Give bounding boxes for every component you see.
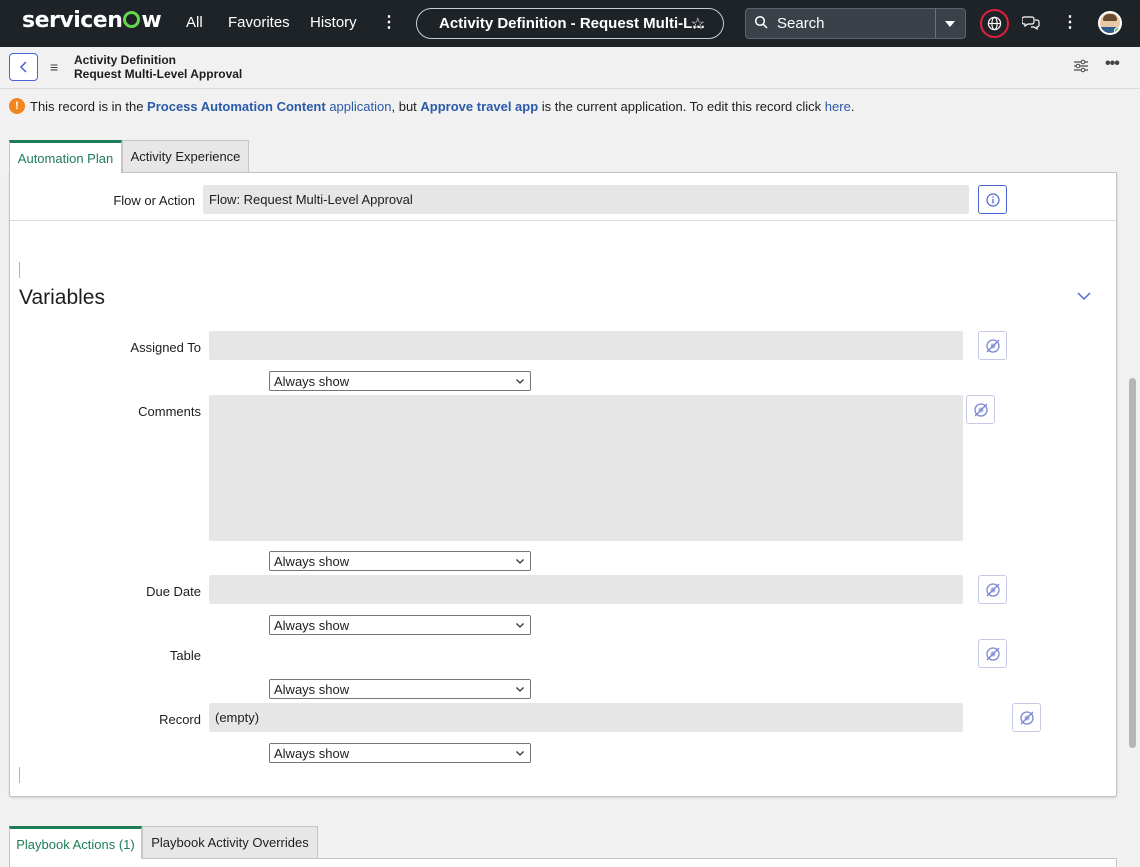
chevron-down-icon xyxy=(516,379,524,384)
record-field[interactable]: (empty) xyxy=(209,703,963,732)
info-text-middle: , but xyxy=(391,98,421,114)
record-visibility-button[interactable] xyxy=(1012,703,1041,732)
assigned-to-visibility-button[interactable] xyxy=(978,331,1007,360)
table-label: Table xyxy=(169,648,201,663)
star-icon[interactable]: ☆ xyxy=(691,14,705,34)
assigned-to-visibility-select[interactable]: Always show xyxy=(269,371,531,391)
search-scope-caret-icon[interactable] xyxy=(945,21,955,27)
flow-field[interactable]: Flow: Request Multi-Level Approval xyxy=(203,185,969,214)
logo-text-end: w xyxy=(141,8,162,33)
globe-icon[interactable] xyxy=(980,9,1009,38)
chevron-left-icon xyxy=(19,61,27,73)
tab-playbook-activity-overrides[interactable]: Playbook Activity Overrides xyxy=(142,826,318,858)
info-text-prefix: This record is in the xyxy=(30,98,148,114)
record-type: Activity Definition xyxy=(74,53,177,67)
chevron-down-icon xyxy=(516,751,524,756)
record-name: Request Multi-Level Approval xyxy=(74,67,243,81)
due-date-visibility-value: Always show xyxy=(274,617,350,633)
chevron-down-icon xyxy=(516,623,524,628)
edit-here-link[interactable]: here xyxy=(825,99,851,114)
comments-visibility-select[interactable]: Always show xyxy=(269,551,531,571)
comments-visibility-button[interactable] xyxy=(966,395,995,424)
comments-label: Comments xyxy=(138,404,201,419)
info-text-suffix: is the current application. To edit this… xyxy=(538,98,825,114)
comments-field[interactable] xyxy=(209,395,963,541)
assigned-to-field[interactable] xyxy=(209,331,963,360)
warning-icon: ! xyxy=(9,98,25,114)
presence-dot xyxy=(1114,27,1120,33)
eye-slash-icon xyxy=(1019,710,1034,725)
section-marker xyxy=(19,262,20,278)
app-word-link[interactable]: application xyxy=(326,99,391,114)
tab-playbook-actions[interactable]: Playbook Actions (1) xyxy=(9,826,142,859)
logo-o-mark xyxy=(123,11,141,28)
tab-activity-experience[interactable]: Activity Experience xyxy=(122,140,249,172)
due-date-label: Due Date xyxy=(146,584,201,599)
tab-automation-plan[interactable]: Automation Plan xyxy=(9,140,122,173)
section-title: Variables xyxy=(19,286,105,309)
nav-history[interactable]: History xyxy=(310,14,357,31)
record-visibility-select[interactable]: Always show xyxy=(269,743,531,763)
logo-text-start: servicen xyxy=(22,8,123,33)
hamburger-icon[interactable]: ≡ xyxy=(50,59,58,75)
section-divider xyxy=(10,220,1116,221)
record-label: Record xyxy=(159,712,201,727)
context-pill[interactable]: Activity Definition - Request Multi-L...… xyxy=(416,8,724,39)
context-pill-label: Activity Definition - Request Multi-L... xyxy=(439,15,705,32)
flow-label: Flow or Action xyxy=(113,193,195,208)
servicenow-logo[interactable]: servicen w xyxy=(22,8,162,33)
more-options-icon[interactable]: ⋮ xyxy=(1062,12,1078,32)
eye-slash-icon xyxy=(985,646,1000,661)
top-nav: servicen w All Favorites History ⋮ Activi… xyxy=(0,0,1140,47)
chat-icon[interactable] xyxy=(1022,14,1040,30)
form-panel: Flow or Action Flow: Request Multi-Level… xyxy=(9,172,1117,797)
due-date-visibility-select[interactable]: Always show xyxy=(269,615,531,635)
related-list-panel xyxy=(9,858,1117,867)
global-search[interactable]: Search xyxy=(745,8,966,39)
search-icon xyxy=(754,15,768,29)
chevron-down-icon xyxy=(516,559,524,564)
avatar[interactable] xyxy=(1098,11,1122,35)
table-visibility-button[interactable] xyxy=(978,639,1007,668)
comments-visibility-value: Always show xyxy=(274,553,350,569)
info-text-end: . xyxy=(850,98,855,114)
table-visibility-select[interactable]: Always show xyxy=(269,679,531,699)
flow-info-button[interactable] xyxy=(978,185,1007,214)
back-button[interactable] xyxy=(9,53,38,81)
app-name-link[interactable]: Process Automation Content xyxy=(147,99,326,114)
search-input[interactable]: Search xyxy=(777,15,825,32)
chevron-down-icon[interactable] xyxy=(1077,292,1091,301)
record-visibility-value: Always show xyxy=(274,745,350,761)
assigned-to-visibility-value: Always show xyxy=(274,373,350,389)
search-divider xyxy=(935,9,936,38)
assigned-to-label: Assigned To xyxy=(130,340,201,355)
info-icon xyxy=(985,192,1000,207)
record-header: ≡ Activity Definition Request Multi-Leve… xyxy=(0,47,1140,89)
due-date-visibility-button[interactable] xyxy=(978,575,1007,604)
table-visibility-value: Always show xyxy=(274,681,350,697)
current-app-link[interactable]: Approve travel app xyxy=(420,99,538,114)
chevron-down-icon xyxy=(516,687,524,692)
page-scrollbar[interactable] xyxy=(1129,378,1136,748)
header-more-icon[interactable]: ••• xyxy=(1105,55,1120,73)
eye-slash-icon xyxy=(985,582,1000,597)
section-end-marker xyxy=(19,767,20,783)
nav-all[interactable]: All xyxy=(186,14,203,31)
sliders-icon[interactable] xyxy=(1073,59,1089,73)
eye-slash-icon xyxy=(985,338,1000,353)
nav-favorites[interactable]: Favorites xyxy=(228,14,290,31)
nav-more-icon[interactable]: ⋮ xyxy=(381,12,397,32)
scope-info-message: ! This record is in the Process Automati… xyxy=(9,96,854,116)
eye-slash-icon xyxy=(973,402,988,417)
due-date-field[interactable] xyxy=(209,575,963,604)
